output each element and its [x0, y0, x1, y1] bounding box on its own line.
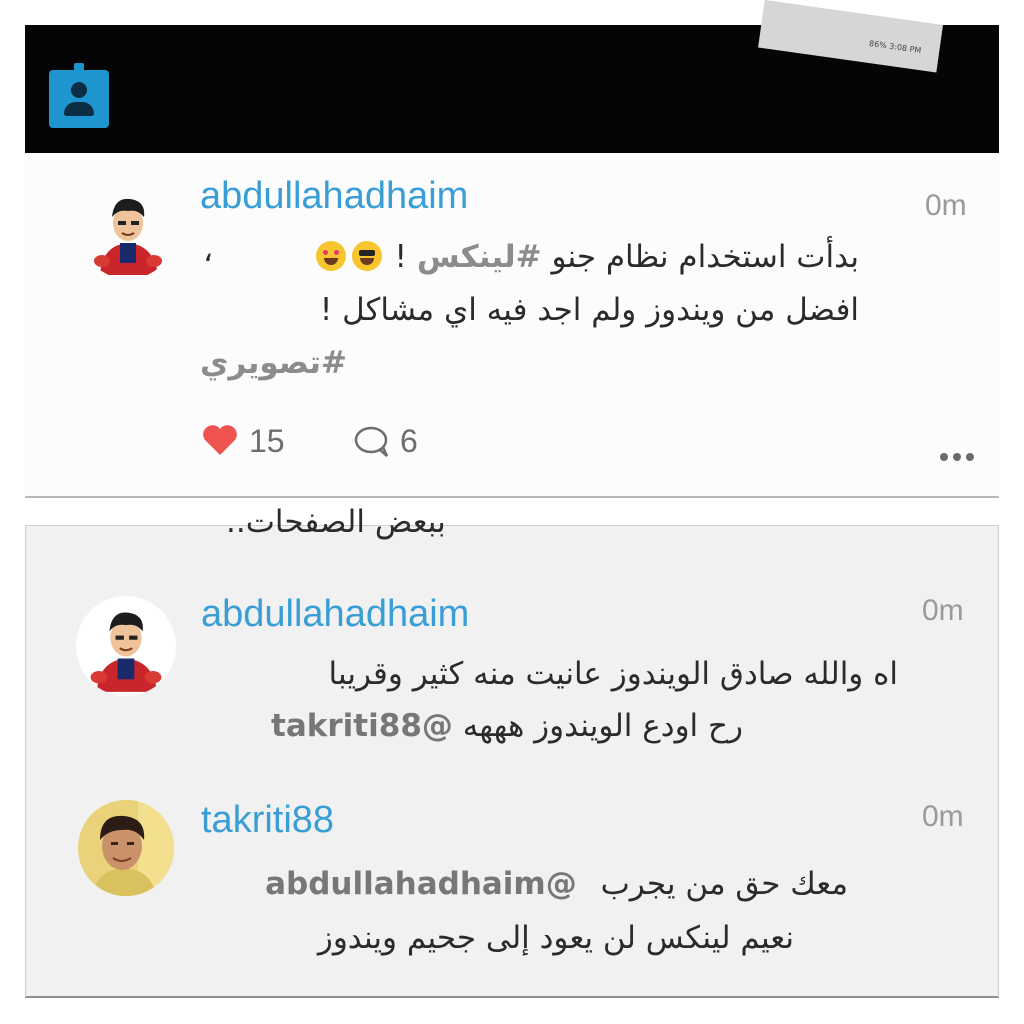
hashtag-photo[interactable]: #تصويري [200, 335, 347, 391]
screen-status-text: 86% 3:08 PM [868, 38, 922, 56]
avatar[interactable] [80, 183, 176, 279]
reply-line-2-text: رح اودع الويندوز هههه [462, 708, 743, 744]
post-line-1: بدأت استخدام نظام جنو #لينكس ! [313, 229, 859, 285]
header-photo: 86% 3:08 PM [25, 0, 999, 153]
reply-line-2: رح اودع الويندوز هههه @takriti88 [271, 698, 743, 754]
like-count: 15 [249, 423, 285, 459]
post-card: abdullahadhaim 0m بدأت استخدام نظام جنو … [25, 153, 999, 498]
post-comma: ، [203, 233, 214, 269]
reply-line-1: اه والله صادق الويندوز عانيت منه كثير وق… [328, 656, 898, 692]
post-time: 0m [925, 189, 967, 222]
profile-badge-icon[interactable] [49, 63, 109, 128]
heart-icon[interactable] [201, 423, 239, 457]
replies-card: ببعض الصفحات.. abdullahadhaim 0m اه والل… [25, 504, 999, 998]
mention-link[interactable]: @abdullahadhaim [265, 866, 577, 902]
hashtag-linux[interactable]: #لينكس [417, 239, 542, 275]
reply-time: 0m [922, 594, 964, 627]
heart-eyes-emoji-icon [315, 241, 346, 271]
cut-off-text: ببعض الصفحات.. [226, 504, 446, 540]
reply-line-1: معك حق من يجرب @abdullahadhaim [265, 856, 848, 912]
post-username[interactable]: abdullahadhaim [200, 175, 468, 218]
cartoon-avatar-icon [94, 198, 162, 275]
phone-screen-corner: 86% 3:08 PM [758, 0, 943, 73]
comment-icon[interactable] [353, 425, 393, 459]
reply-line-1-text: معك حق من يجرب [600, 866, 848, 902]
avatar[interactable] [78, 800, 174, 896]
reply-username[interactable]: takriti88 [201, 799, 334, 842]
sunglasses-emoji-icon [351, 241, 382, 271]
avatar[interactable] [76, 596, 176, 696]
post-line-1-text: بدأت استخدام نظام جنو [541, 239, 859, 275]
post-line-2: افضل من ويندوز ولم اجد فيه اي مشاكل ! [319, 292, 859, 328]
reply-line-2: نعيم لينكس لن يعود إلى جحيم ويندوز [317, 920, 794, 956]
reply-username[interactable]: abdullahadhaim [201, 593, 469, 636]
user-photo-icon [78, 800, 174, 896]
reply-time: 0m [922, 800, 964, 833]
comment-count: 6 [400, 423, 418, 459]
post-line-1-end: ! [384, 239, 417, 275]
cartoon-avatar-icon [90, 612, 162, 692]
mention-link[interactable]: @takriti88 [271, 708, 453, 744]
more-options-icon[interactable] [940, 453, 974, 461]
